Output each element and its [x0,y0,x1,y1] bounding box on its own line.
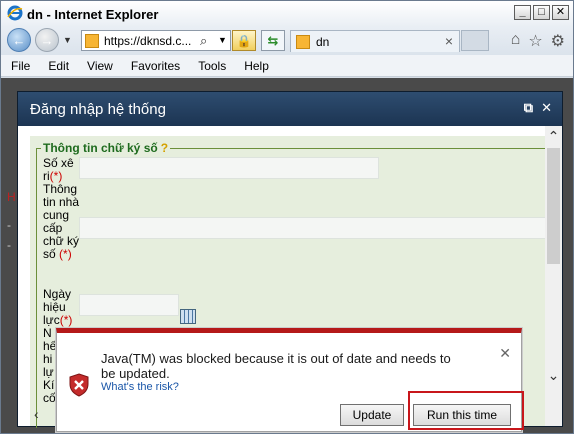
address-dropdown-icon[interactable]: ▼ [218,35,227,45]
back-arrow-icon: ← [12,32,26,48]
valid-date-label: Ngày hiệu lực(*) [43,288,81,327]
search-icon[interactable]: ⌕ [200,33,207,49]
java-blocked-message: Java(TM) was blocked because it is out o… [101,351,451,381]
dialog-vertical-scrollbar[interactable]: ⌃ ⌄ [545,126,562,426]
favorites-star-icon[interactable]: ☆ [528,31,542,51]
menu-tools[interactable]: Tools [198,59,232,73]
address-bar[interactable]: https://dknsd.c... ⌕ ▼ [81,30,231,51]
whats-the-risk-link[interactable]: What's the risk? [101,381,179,393]
window-title: dn - Internet Explorer [27,7,159,22]
compatibility-refresh-button[interactable]: ⇆ [261,30,285,51]
background-text: H [7,190,16,204]
tab-label: dn [316,35,330,49]
section-title: Thông tin chữ ký số? [41,141,171,155]
menu-bar: File Edit View Favorites Tools Help [1,55,573,77]
provider-info-input[interactable] [79,217,547,239]
background-text: - [7,238,11,252]
required-mark: (*) [49,169,63,183]
close-popup-icon[interactable]: ✕ [499,345,511,362]
tools-gear-icon[interactable]: ⚙ [551,31,565,51]
scroll-down-icon[interactable]: ⌄ [545,367,562,384]
annotation-highlight-box [408,391,524,430]
required-mark: (*) [59,247,72,261]
lock-icon: 🔒 [236,33,252,48]
forward-button[interactable]: → [35,28,59,52]
menu-help[interactable]: Help [244,59,275,73]
ie-window: dn - Internet Explorer _ □ ✕ ← → ▼ https… [0,0,574,434]
scroll-up-icon[interactable]: ⌃ [545,128,562,145]
menu-edit[interactable]: Edit [48,59,75,73]
back-button[interactable]: ← [7,28,31,52]
menu-view[interactable]: View [87,59,119,73]
valid-date-input[interactable] [79,294,179,316]
serial-number-label: Số xê ri(*) [43,157,81,183]
forward-arrow-icon: → [40,32,54,48]
background-text: - [7,218,11,232]
scroll-left-icon[interactable]: ‹ [34,406,39,422]
tab-dn[interactable]: dn × [290,30,460,52]
ie-logo-icon [7,5,23,21]
refresh-icon: ⇆ [267,32,279,48]
address-url[interactable]: https://dknsd.c... [104,34,191,48]
scrollbar-thumb[interactable] [547,148,560,264]
serial-number-input[interactable] [79,157,379,179]
dialog-title: Đăng nhập hệ thống [30,101,166,118]
close-window-button[interactable]: ✕ [552,5,569,20]
restore-dialog-icon[interactable]: ⧉ [524,100,533,116]
help-icon[interactable]: ? [161,141,168,155]
minimize-button[interactable]: _ [514,5,531,20]
tab-close-icon[interactable]: × [445,33,453,49]
security-warning-icon [69,373,89,397]
history-dropdown-icon[interactable]: ▼ [63,35,72,45]
provider-info-label: Thông tin nhà cung cấp chữ ký số (*) [43,183,81,261]
update-button[interactable]: Update [340,404,404,426]
section-title-text: Thông tin chữ ký số [43,141,158,155]
new-tab-button[interactable] [461,30,489,51]
tab-favicon-icon [296,35,310,49]
home-icon[interactable]: ⌂ [511,31,521,51]
security-lock-button[interactable]: 🔒 [232,30,256,51]
required-mark: (*) [59,313,73,327]
maximize-button[interactable]: □ [533,5,550,20]
close-dialog-icon[interactable]: ✕ [541,100,552,116]
calendar-icon[interactable] [180,309,196,324]
site-favicon-icon [85,34,99,48]
menu-file[interactable]: File [11,59,36,73]
menu-favorites[interactable]: Favorites [131,59,186,73]
dialog-header: Đăng nhập hệ thống ⧉ ✕ [18,92,562,126]
title-bar: dn - Internet Explorer _ □ ✕ [1,1,573,27]
navigation-bar: ← → ▼ https://dknsd.c... ⌕ ▼ 🔒 ⇆ dn × ⌂ … [1,27,573,55]
